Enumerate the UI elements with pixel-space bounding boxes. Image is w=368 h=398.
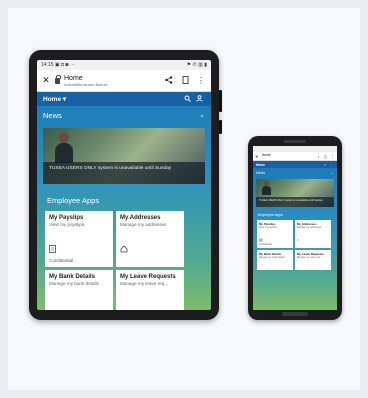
home-menu[interactable]: Home [256, 163, 322, 167]
news-title: News [256, 171, 265, 175]
tile-my-payslips[interactable]: My Payslips View my payslips ▤ Confident… [257, 220, 293, 248]
news-card[interactable]: TUSEA USERS ONLY system is unavailable u… [43, 128, 205, 184]
tablet-device: 14:15 ▣ ◘ ◙ ··· ⚑ ✆ ▥ ▮ ✕ Home onfonafil… [29, 50, 222, 320]
news-card[interactable]: TUSEA USERS ONLY system is unavailable u… [256, 179, 334, 207]
news-section-header[interactable]: News ⌄ [37, 106, 211, 124]
tablet-volume-button [219, 90, 222, 112]
phone-device: ✕ Home ‹ ▯ ⋮ Home ○ ◦ News ⌄ TUSEA USERS… [248, 136, 342, 320]
news-title: News [43, 110, 62, 120]
tablet-power-button [219, 120, 222, 134]
tile-my-leave-requests[interactable]: My Leave Requests Manage my leave req... [295, 250, 331, 270]
menu-icon[interactable]: ⋮ [195, 76, 207, 85]
chevron-down-icon[interactable]: ⌄ [331, 171, 334, 175]
section-title: Employee Apps [47, 196, 100, 205]
tile-my-addresses[interactable]: My Addresses Manage my addresses [116, 211, 184, 267]
bookmark-icon[interactable]: ▯ [323, 154, 328, 159]
tablet-screen: 14:15 ▣ ◘ ◙ ··· ⚑ ✆ ▥ ▮ ✕ Home onfonafil… [37, 60, 211, 310]
tile-subtitle: Manage my addresses [120, 222, 167, 227]
search-icon[interactable] [181, 95, 193, 104]
page-title: Home [64, 74, 83, 82]
tile-subtitle: View my payslips [49, 222, 85, 227]
tile-my-payslips[interactable]: My Payslips View my payslips Confidentia… [45, 211, 113, 267]
tile-title: My Addresses [120, 215, 161, 221]
home-icon: ⌂ [297, 237, 300, 242]
chevron-down-icon[interactable]: ⌄ [199, 111, 205, 119]
tile-subtitle: Manage my bank details [259, 256, 285, 259]
status-time: 14:15 ▣ ◘ ◙ ··· [41, 62, 75, 68]
app-tiles: My Payslips View my payslips ▤ Confident… [253, 220, 337, 270]
tile-title: My Leave Requests [120, 274, 176, 280]
phone-speaker [284, 140, 306, 143]
news-caption: TUSEA USERS ONLY system is unavailable u… [43, 162, 205, 184]
news-image [53, 132, 75, 163]
user-icon[interactable] [193, 94, 205, 104]
url-text[interactable]: Home onfonafilbora.ssn-fioe.se [64, 75, 159, 87]
news-image [261, 181, 271, 195]
browser-url-bar: ✕ Home onfonafilbora.ssn-fioe.se ⋮ [37, 70, 211, 92]
share-icon[interactable] [163, 75, 175, 86]
tile-my-leave-requests[interactable]: My Leave Requests Manage my leave req... [116, 270, 184, 310]
user-icon[interactable]: ◦ [328, 163, 334, 167]
tile-my-addresses[interactable]: My Addresses Manage my addresses ⌂ [295, 220, 331, 248]
lock-icon [55, 74, 61, 84]
tile-title: My Payslips [49, 215, 84, 221]
section-title: Employee Apps [258, 213, 283, 217]
status-icons: ⚑ ✆ ▥ ▮ [186, 62, 207, 68]
home-icon [120, 245, 128, 255]
news-section-header[interactable]: News ⌄ [253, 168, 337, 178]
home-menu[interactable]: Home ▾ [43, 95, 181, 103]
marketing-mockup: 14:15 ▣ ◘ ◙ ··· ⚑ ✆ ▥ ▮ ✕ Home onfonafil… [8, 8, 360, 390]
document-icon [49, 245, 56, 255]
status-bar: 14:15 ▣ ◘ ◙ ··· ⚑ ✆ ▥ ▮ [37, 60, 211, 70]
tile-subtitle: Manage my leave req... [297, 256, 322, 259]
phone-screen: ✕ Home ‹ ▯ ⋮ Home ○ ◦ News ⌄ TUSEA USERS… [253, 146, 337, 310]
close-icon[interactable]: ✕ [255, 154, 260, 159]
url-host: onfonafilbora.ssn-fioe.se [64, 81, 108, 87]
close-icon[interactable]: ✕ [41, 75, 51, 86]
app-tiles: My Payslips View my payslips Confidentia… [37, 211, 211, 310]
tile-my-bank-details[interactable]: My Bank Details Manage my bank details [257, 250, 293, 270]
bookmark-icon[interactable] [179, 75, 191, 86]
tile-subtitle: Manage my addresses [297, 226, 322, 229]
tile-footer: Confidential [49, 258, 74, 263]
tile-subtitle: Manage my bank details [49, 281, 99, 286]
news-caption: TUSEA USERS ONLY system is unavailable u… [256, 197, 334, 207]
phone-home-button [282, 312, 308, 316]
tile-subtitle: View my payslips [259, 226, 278, 229]
tile-my-bank-details[interactable]: My Bank Details Manage my bank details [45, 270, 113, 310]
share-icon[interactable]: ‹ [316, 154, 321, 159]
tile-footer: Confidential [259, 243, 272, 246]
menu-icon[interactable]: ⋮ [330, 154, 335, 159]
tile-title: My Bank Details [49, 274, 96, 280]
browser-url-bar: ✕ Home ‹ ▯ ⋮ [253, 152, 337, 161]
shell-bar: Home ○ ◦ [253, 161, 337, 168]
document-icon: ▤ [259, 237, 263, 242]
tile-subtitle: Manage my leave req... [120, 281, 169, 286]
page-title[interactable]: Home [262, 154, 314, 157]
shell-bar: Home ▾ [37, 92, 211, 106]
